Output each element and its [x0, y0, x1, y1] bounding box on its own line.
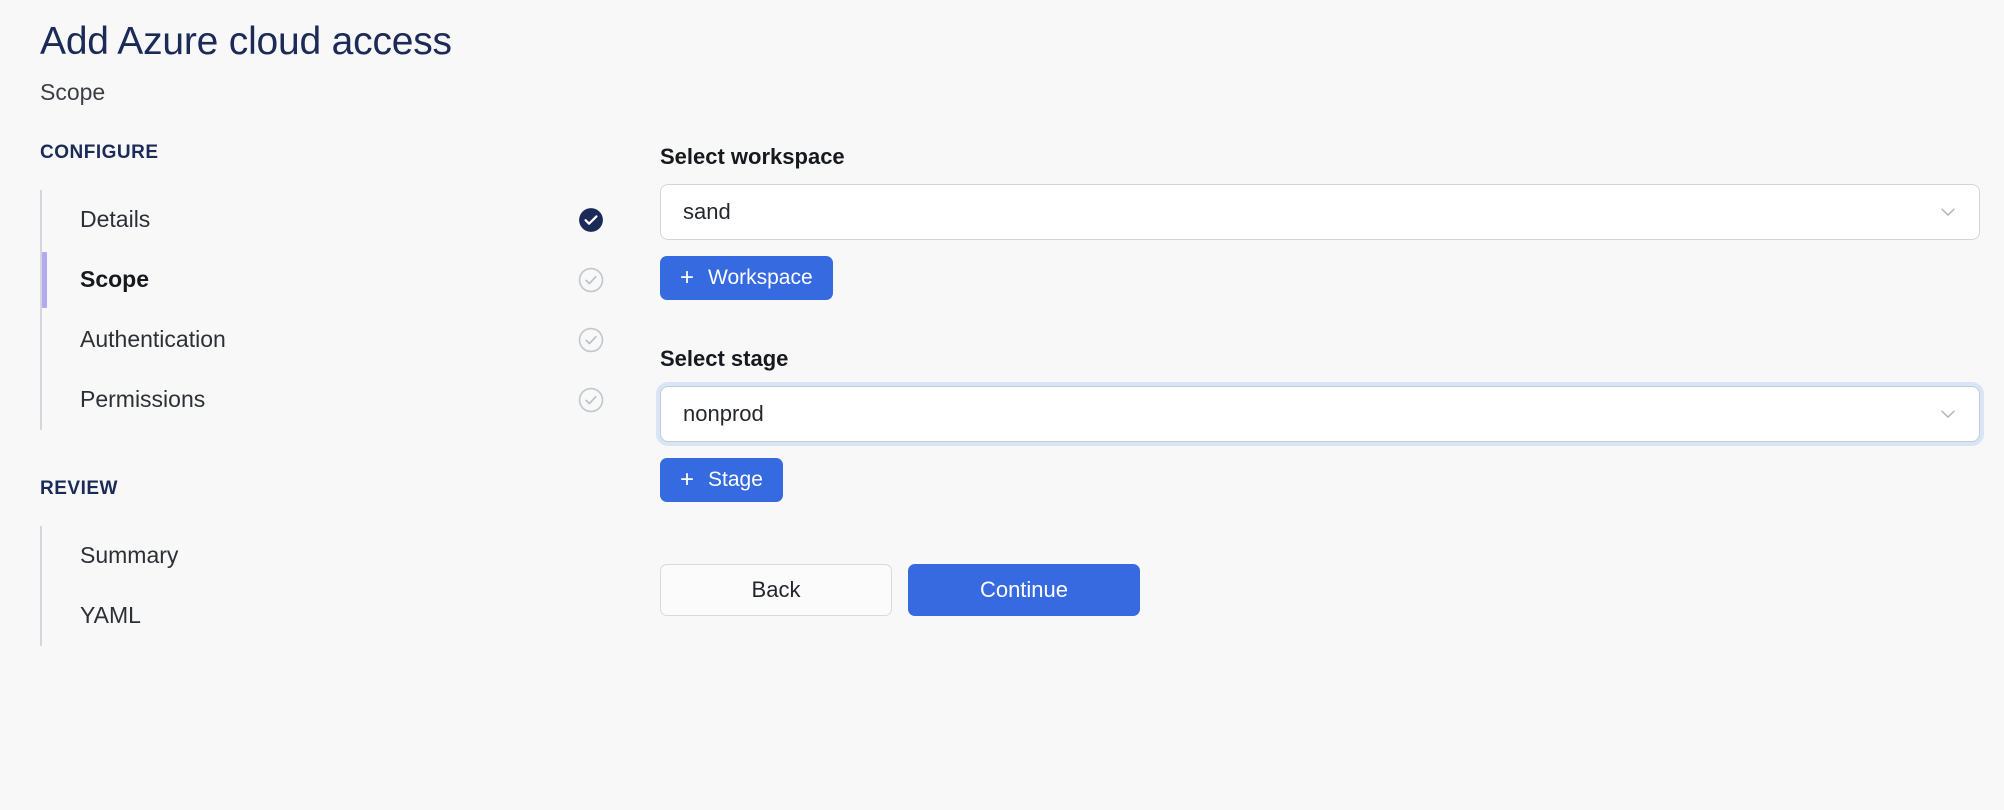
sidebar-item-permissions[interactable]: Permissions [42, 370, 660, 430]
sidebar-item-scope[interactable]: Scope [42, 250, 660, 310]
field-spacer [660, 300, 1980, 346]
workspace-select-value: sand [683, 198, 731, 224]
sidebar-steps-configure: Details Scope Authentication Permissions [40, 189, 660, 430]
add-workspace-button[interactable]: + Workspace [660, 255, 833, 300]
select-stage-label: Select stage [660, 345, 789, 371]
sidebar-item-details[interactable]: Details [42, 190, 660, 250]
wizard-body: CONFIGURE Details Scope Authentication P… [0, 142, 2004, 646]
sidebar-item-label: YAML [80, 602, 141, 629]
page-header: Add Azure cloud access Scope [0, 0, 2004, 106]
sidebar-item-yaml[interactable]: YAML [42, 586, 660, 646]
add-cloud-access-wizard: Add Azure cloud access Scope CONFIGURE D… [0, 0, 2004, 810]
chevron-down-icon[interactable] [1937, 201, 1959, 223]
wizard-sidebar: CONFIGURE Details Scope Authentication P… [0, 142, 660, 646]
stage-select[interactable]: nonprod [660, 385, 1980, 442]
wizard-actions: Back Continue [660, 563, 1980, 616]
sidebar-item-label: Permissions [80, 386, 206, 413]
plus-icon: + [680, 465, 695, 493]
sidebar-item-label: Details [80, 206, 151, 233]
workspace-select[interactable]: sand [660, 183, 1980, 240]
stage-field-block: Select stage nonprod + Stage [660, 346, 1980, 502]
select-workspace-label: Select workspace [660, 143, 845, 169]
check-circle-outline-icon [578, 267, 604, 293]
add-stage-button[interactable]: + Stage [660, 457, 783, 502]
add-workspace-button-label: Workspace [708, 265, 813, 289]
chevron-down-icon[interactable] [1937, 403, 1959, 425]
back-button[interactable]: Back [660, 563, 892, 616]
plus-icon: + [680, 263, 695, 291]
stage-select-value: nonprod [683, 400, 764, 426]
sidebar-item-label: Summary [80, 542, 179, 569]
workspace-field-block: Select workspace sand + Workspace [660, 144, 1980, 300]
sidebar-section-review-label: REVIEW [40, 477, 118, 499]
sidebar-item-summary[interactable]: Summary [42, 526, 660, 586]
check-circle-filled-icon [578, 207, 604, 233]
sidebar-item-label: Authentication [80, 326, 226, 353]
sidebar-item-authentication[interactable]: Authentication [42, 310, 660, 370]
page-title: Add Azure cloud access [40, 20, 452, 63]
check-circle-outline-icon [578, 327, 604, 353]
active-step-indicator [42, 251, 47, 308]
check-circle-outline-icon [578, 387, 604, 413]
wizard-main-panel: Select workspace sand + Workspace Select… [660, 142, 2004, 616]
page-subtitle: Scope [40, 78, 106, 105]
add-stage-button-label: Stage [708, 467, 763, 491]
sidebar-section-configure-label: CONFIGURE [40, 141, 159, 163]
sidebar-item-label: Scope [80, 266, 150, 293]
sidebar-steps-review: Summary YAML [40, 525, 660, 646]
continue-button[interactable]: Continue [908, 563, 1140, 616]
